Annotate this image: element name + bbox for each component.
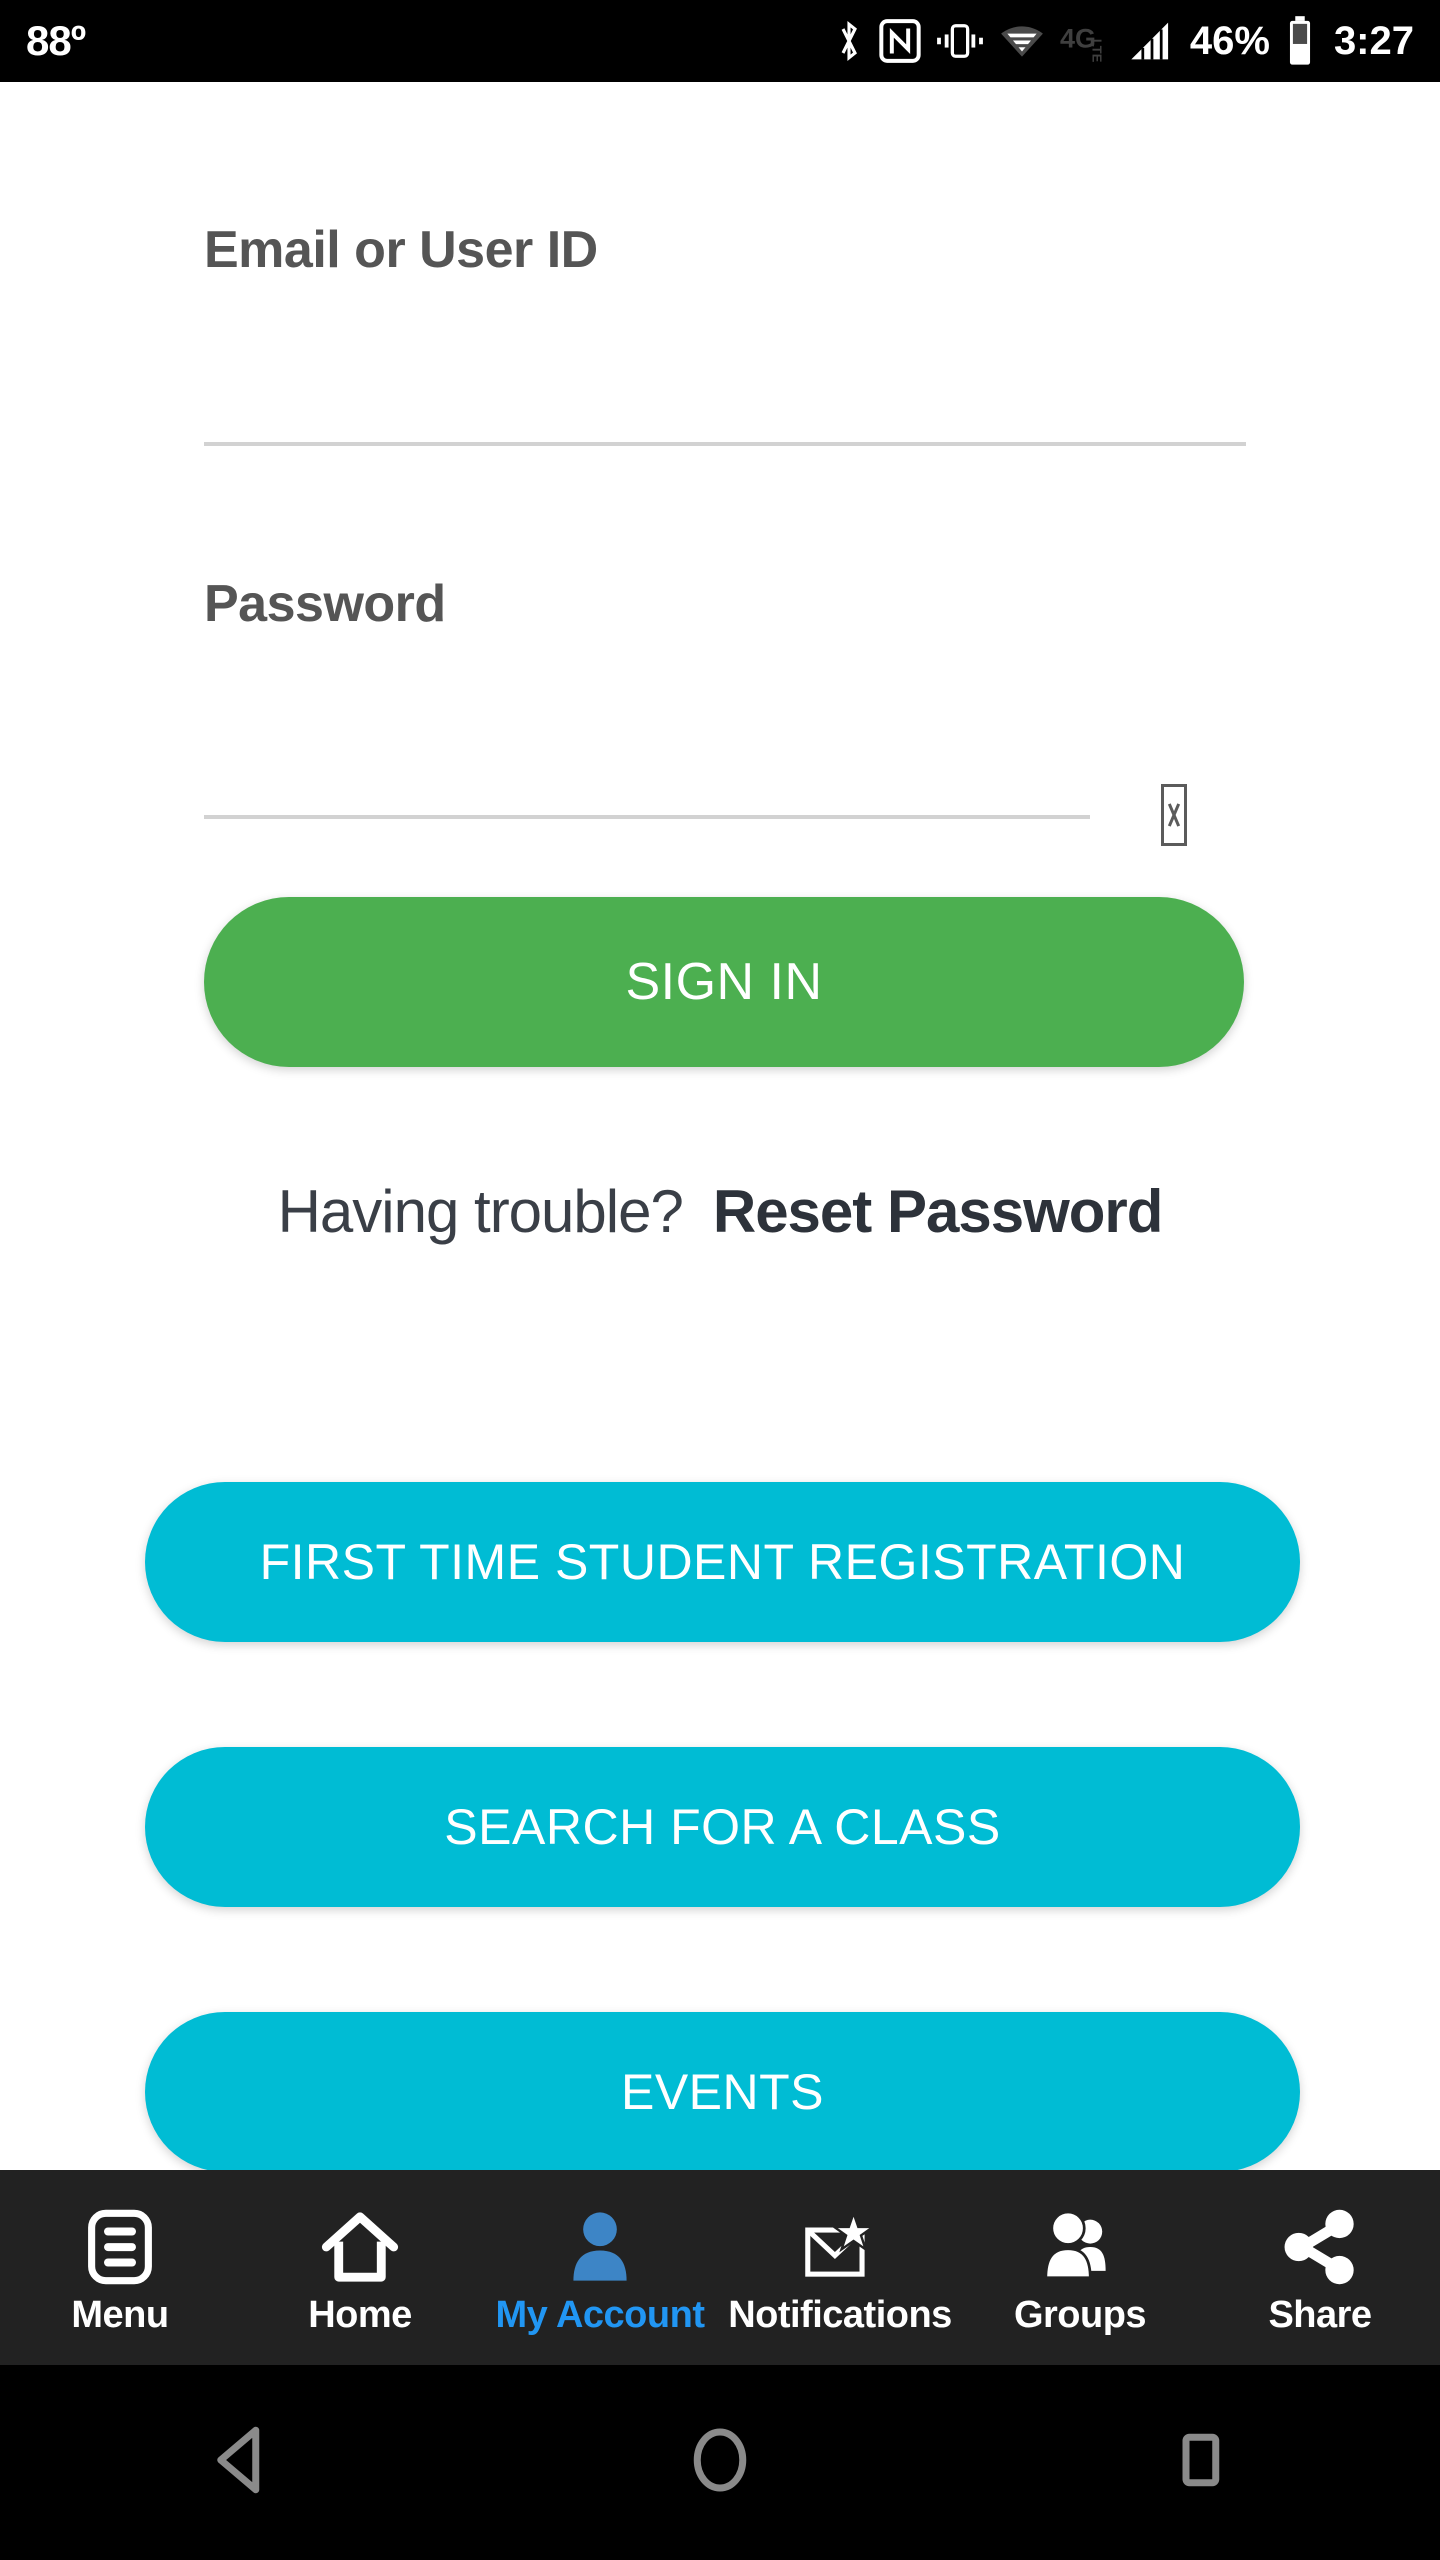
nav-label-home: Home	[308, 2294, 412, 2336]
missing-glyph-tofu-icon	[1161, 784, 1187, 846]
android-system-navigation-bar	[0, 2365, 1440, 2560]
recents-square-icon	[1169, 2425, 1231, 2500]
email-field-label: Email or User ID	[204, 221, 598, 279]
sign-in-button[interactable]: SIGN IN	[204, 897, 1244, 1067]
battery-icon	[1285, 15, 1315, 67]
having-trouble-label: Having trouble?	[277, 1178, 684, 1245]
home-circle-icon	[689, 2425, 751, 2500]
temperature-indicator: 88º	[26, 17, 86, 64]
nav-label-groups: Groups	[1013, 2294, 1147, 2336]
back-button[interactable]	[140, 2408, 340, 2518]
nav-item-notifications[interactable]: Notifications	[720, 2170, 960, 2365]
back-triangle-icon	[209, 2425, 271, 2500]
nav-label-menu: Menu	[71, 2294, 169, 2336]
signal-bars-icon	[1129, 17, 1175, 65]
nav-item-share[interactable]: Share	[1200, 2170, 1440, 2365]
password-field-label: Password	[204, 575, 446, 633]
nav-item-home[interactable]: Home	[240, 2170, 480, 2365]
nav-label-notifications: Notifications	[728, 2294, 952, 2336]
login-content: Email or User ID Password SIGN IN Having…	[0, 82, 1440, 2172]
envelope-star-icon	[801, 2206, 879, 2288]
person-icon	[564, 2206, 636, 2288]
battery-percent-label: 46%	[1189, 19, 1270, 63]
password-input[interactable]	[204, 710, 1054, 780]
reset-password-link[interactable]: Reset Password	[713, 1177, 1164, 1246]
events-button[interactable]: EVENTS	[145, 2012, 1300, 2172]
password-visibility-toggle-icon[interactable]	[1148, 782, 1200, 848]
nav-item-groups[interactable]: Groups	[960, 2170, 1200, 2365]
search-for-a-class-button[interactable]: SEARCH FOR A CLASS	[145, 1747, 1300, 1907]
menu-list-icon	[83, 2206, 157, 2288]
status-bar-icons: 4G LTE 46% 3:27	[834, 15, 1414, 67]
app-screen: 88º 4G LTE 46% 3:27 Email or User ID Pas…	[0, 0, 1440, 2560]
email-underline	[204, 442, 1246, 446]
network-4glte-icon: 4G LTE	[1060, 17, 1114, 65]
vibrate-icon	[936, 17, 984, 65]
nav-item-my-account[interactable]: My Account	[480, 2170, 720, 2365]
bottom-navigation-bar: Menu Home My Account Notifications Group…	[0, 2170, 1440, 2365]
recents-button[interactable]	[1100, 2408, 1300, 2518]
email-input[interactable]	[204, 358, 1244, 428]
help-row: Having trouble? Reset Password	[0, 1177, 1440, 1246]
people-group-icon	[1039, 2206, 1121, 2288]
wifi-icon	[999, 17, 1045, 65]
svg-text:LTE: LTE	[1089, 39, 1104, 63]
bluetooth-icon	[834, 17, 864, 65]
first-time-student-registration-button[interactable]: FIRST TIME STUDENT REGISTRATION	[145, 1482, 1300, 1642]
nav-label-my-account: My Account	[495, 2294, 705, 2336]
home-icon	[320, 2206, 400, 2288]
home-button[interactable]	[620, 2408, 820, 2518]
share-nodes-icon	[1281, 2206, 1359, 2288]
nav-item-menu[interactable]: Menu	[0, 2170, 240, 2365]
status-bar: 88º 4G LTE 46% 3:27	[0, 0, 1440, 82]
password-underline	[204, 815, 1090, 819]
nav-label-share: Share	[1268, 2294, 1372, 2336]
nfc-icon	[879, 17, 921, 65]
clock-label: 3:27	[1333, 18, 1414, 63]
